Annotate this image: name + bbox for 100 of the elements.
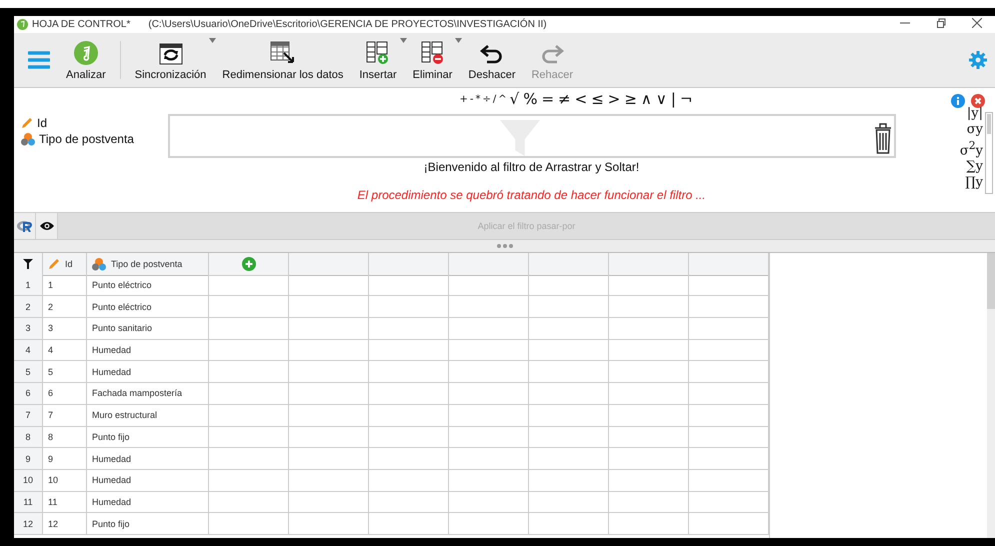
operator-button[interactable]: ¬ bbox=[678, 90, 695, 108]
analyze-button[interactable]: Analizar bbox=[58, 33, 114, 87]
column-header[interactable] bbox=[289, 253, 369, 276]
table-cell: 11 bbox=[43, 492, 87, 514]
row-number: 11 bbox=[14, 492, 43, 514]
operator-button[interactable]: ≠ bbox=[556, 90, 573, 108]
column-header[interactable]: Tipo de postventa bbox=[87, 253, 209, 276]
function-button[interactable]: ∏y bbox=[965, 175, 983, 192]
category-icon bbox=[91, 257, 107, 271]
table-cell: Punto eléctrico bbox=[87, 296, 209, 318]
sync-button[interactable]: Sincronización bbox=[126, 33, 214, 87]
operator-button[interactable]: > bbox=[606, 90, 622, 108]
funnel-icon bbox=[500, 120, 540, 156]
table-cell: 2 bbox=[43, 296, 87, 318]
table-cell: Humedad bbox=[87, 470, 209, 492]
table-cell: Fachada mampostería bbox=[87, 383, 209, 405]
pencil-icon bbox=[20, 116, 34, 130]
scrollbar[interactable] bbox=[987, 253, 995, 538]
table-cell: Muro estructural bbox=[87, 404, 209, 426]
row-number: 10 bbox=[14, 470, 43, 492]
operator-button[interactable]: % bbox=[521, 90, 540, 108]
caret-icon bbox=[455, 38, 462, 43]
table-cell: 9 bbox=[43, 448, 87, 470]
trash-icon[interactable] bbox=[874, 122, 892, 154]
row-number: 6 bbox=[14, 383, 43, 405]
function-button[interactable]: |y| bbox=[966, 106, 983, 122]
add-column-icon[interactable] bbox=[242, 257, 256, 271]
operator-button[interactable]: * bbox=[474, 94, 482, 104]
operator-button[interactable]: ≤ bbox=[589, 90, 606, 108]
table-cell: 10 bbox=[43, 470, 87, 492]
function-button[interactable]: σ$^{2}$y bbox=[960, 138, 983, 160]
column-header[interactable] bbox=[609, 253, 689, 276]
table-cell: 3 bbox=[43, 318, 87, 340]
filter-icon bbox=[23, 259, 33, 269]
operator-button[interactable]: ∧ bbox=[638, 90, 654, 108]
operator-button[interactable]: < bbox=[572, 90, 590, 108]
table-cell: 8 bbox=[43, 426, 87, 448]
row-number: 3 bbox=[14, 318, 43, 340]
app-logo-icon bbox=[17, 19, 28, 30]
table-cell: 5 bbox=[43, 361, 87, 384]
operator-button[interactable]: ∨ bbox=[654, 90, 669, 108]
welcome-message: ¡Bienvenido al filtro de Arrastrar y Soltar! bbox=[424, 160, 640, 174]
column-header[interactable] bbox=[689, 253, 769, 276]
column-header[interactable]: Id bbox=[43, 253, 87, 276]
scrollbar[interactable] bbox=[985, 112, 993, 194]
close-icon[interactable] bbox=[971, 94, 985, 108]
splitter-handle-icon[interactable] bbox=[496, 244, 512, 248]
window-title: HOJA DE CONTROL* bbox=[32, 19, 130, 30]
variable-item[interactable]: Id bbox=[20, 116, 152, 130]
table-cell: 4 bbox=[43, 340, 87, 362]
delete-column-icon bbox=[420, 41, 445, 65]
column-header[interactable] bbox=[449, 253, 529, 276]
column-header[interactable] bbox=[529, 253, 609, 276]
operator-button[interactable]: ≥ bbox=[622, 90, 639, 108]
operator-button[interactable]: √ bbox=[508, 90, 522, 108]
resize-button[interactable]: Redimensionar los datos bbox=[214, 33, 352, 87]
table-cell: Punto sanitario bbox=[87, 318, 209, 340]
operator-button[interactable]: + bbox=[458, 94, 469, 104]
settings-icon[interactable] bbox=[969, 51, 987, 69]
redo-icon bbox=[540, 43, 564, 65]
delete-button[interactable]: Eliminar bbox=[404, 33, 460, 87]
caret-icon bbox=[400, 38, 407, 43]
operator-button[interactable]: = bbox=[539, 90, 556, 108]
r-icon[interactable] bbox=[14, 213, 36, 239]
table-cell: 7 bbox=[43, 404, 87, 426]
operator-button[interactable]: | bbox=[668, 90, 678, 108]
operator-button[interactable]: / bbox=[492, 94, 498, 104]
row-number: 8 bbox=[14, 426, 43, 448]
column-header[interactable] bbox=[369, 253, 449, 276]
analyze-icon bbox=[74, 41, 98, 65]
function-button[interactable]: ∑y bbox=[966, 159, 983, 176]
resize-table-icon bbox=[270, 41, 296, 65]
row-number: 7 bbox=[14, 404, 43, 426]
table-cell: Punto fijo bbox=[87, 513, 209, 535]
insert-column-icon bbox=[366, 41, 390, 65]
table-cell: 6 bbox=[43, 383, 87, 405]
table-cell: Humedad bbox=[87, 340, 209, 362]
row-number: 1 bbox=[14, 274, 43, 296]
file-path: (C:\Users\Usuario\OneDrive\Escritorio\GERENCIA DE PROYECTOS\INVESTIGACIÓN II) bbox=[148, 19, 547, 30]
operator-button[interactable]: - bbox=[468, 94, 474, 104]
row-number: 5 bbox=[14, 361, 43, 384]
row-number: 12 bbox=[14, 513, 43, 535]
undo-icon bbox=[480, 43, 504, 65]
eye-icon[interactable] bbox=[36, 213, 58, 239]
table-cell: Humedad bbox=[87, 448, 209, 470]
operator-button[interactable]: ÷ bbox=[481, 94, 492, 104]
sync-icon bbox=[158, 43, 183, 65]
operator-button[interactable]: ^ bbox=[497, 94, 508, 104]
column-title: Id bbox=[65, 259, 73, 269]
filter-header[interactable] bbox=[14, 253, 43, 276]
insert-button[interactable]: Insertar bbox=[351, 33, 405, 87]
function-button[interactable]: σy bbox=[966, 122, 983, 138]
table-cell: 12 bbox=[43, 513, 87, 535]
column-title: Tipo de postventa bbox=[111, 259, 182, 269]
pencil-icon bbox=[47, 257, 61, 271]
undo-button[interactable]: Deshacer bbox=[460, 33, 524, 87]
table-cell: 1 bbox=[43, 274, 87, 296]
table-cell: Humedad bbox=[87, 361, 209, 384]
variable-item[interactable]: Tipo de postventa bbox=[20, 132, 152, 146]
info-icon[interactable] bbox=[951, 94, 965, 108]
